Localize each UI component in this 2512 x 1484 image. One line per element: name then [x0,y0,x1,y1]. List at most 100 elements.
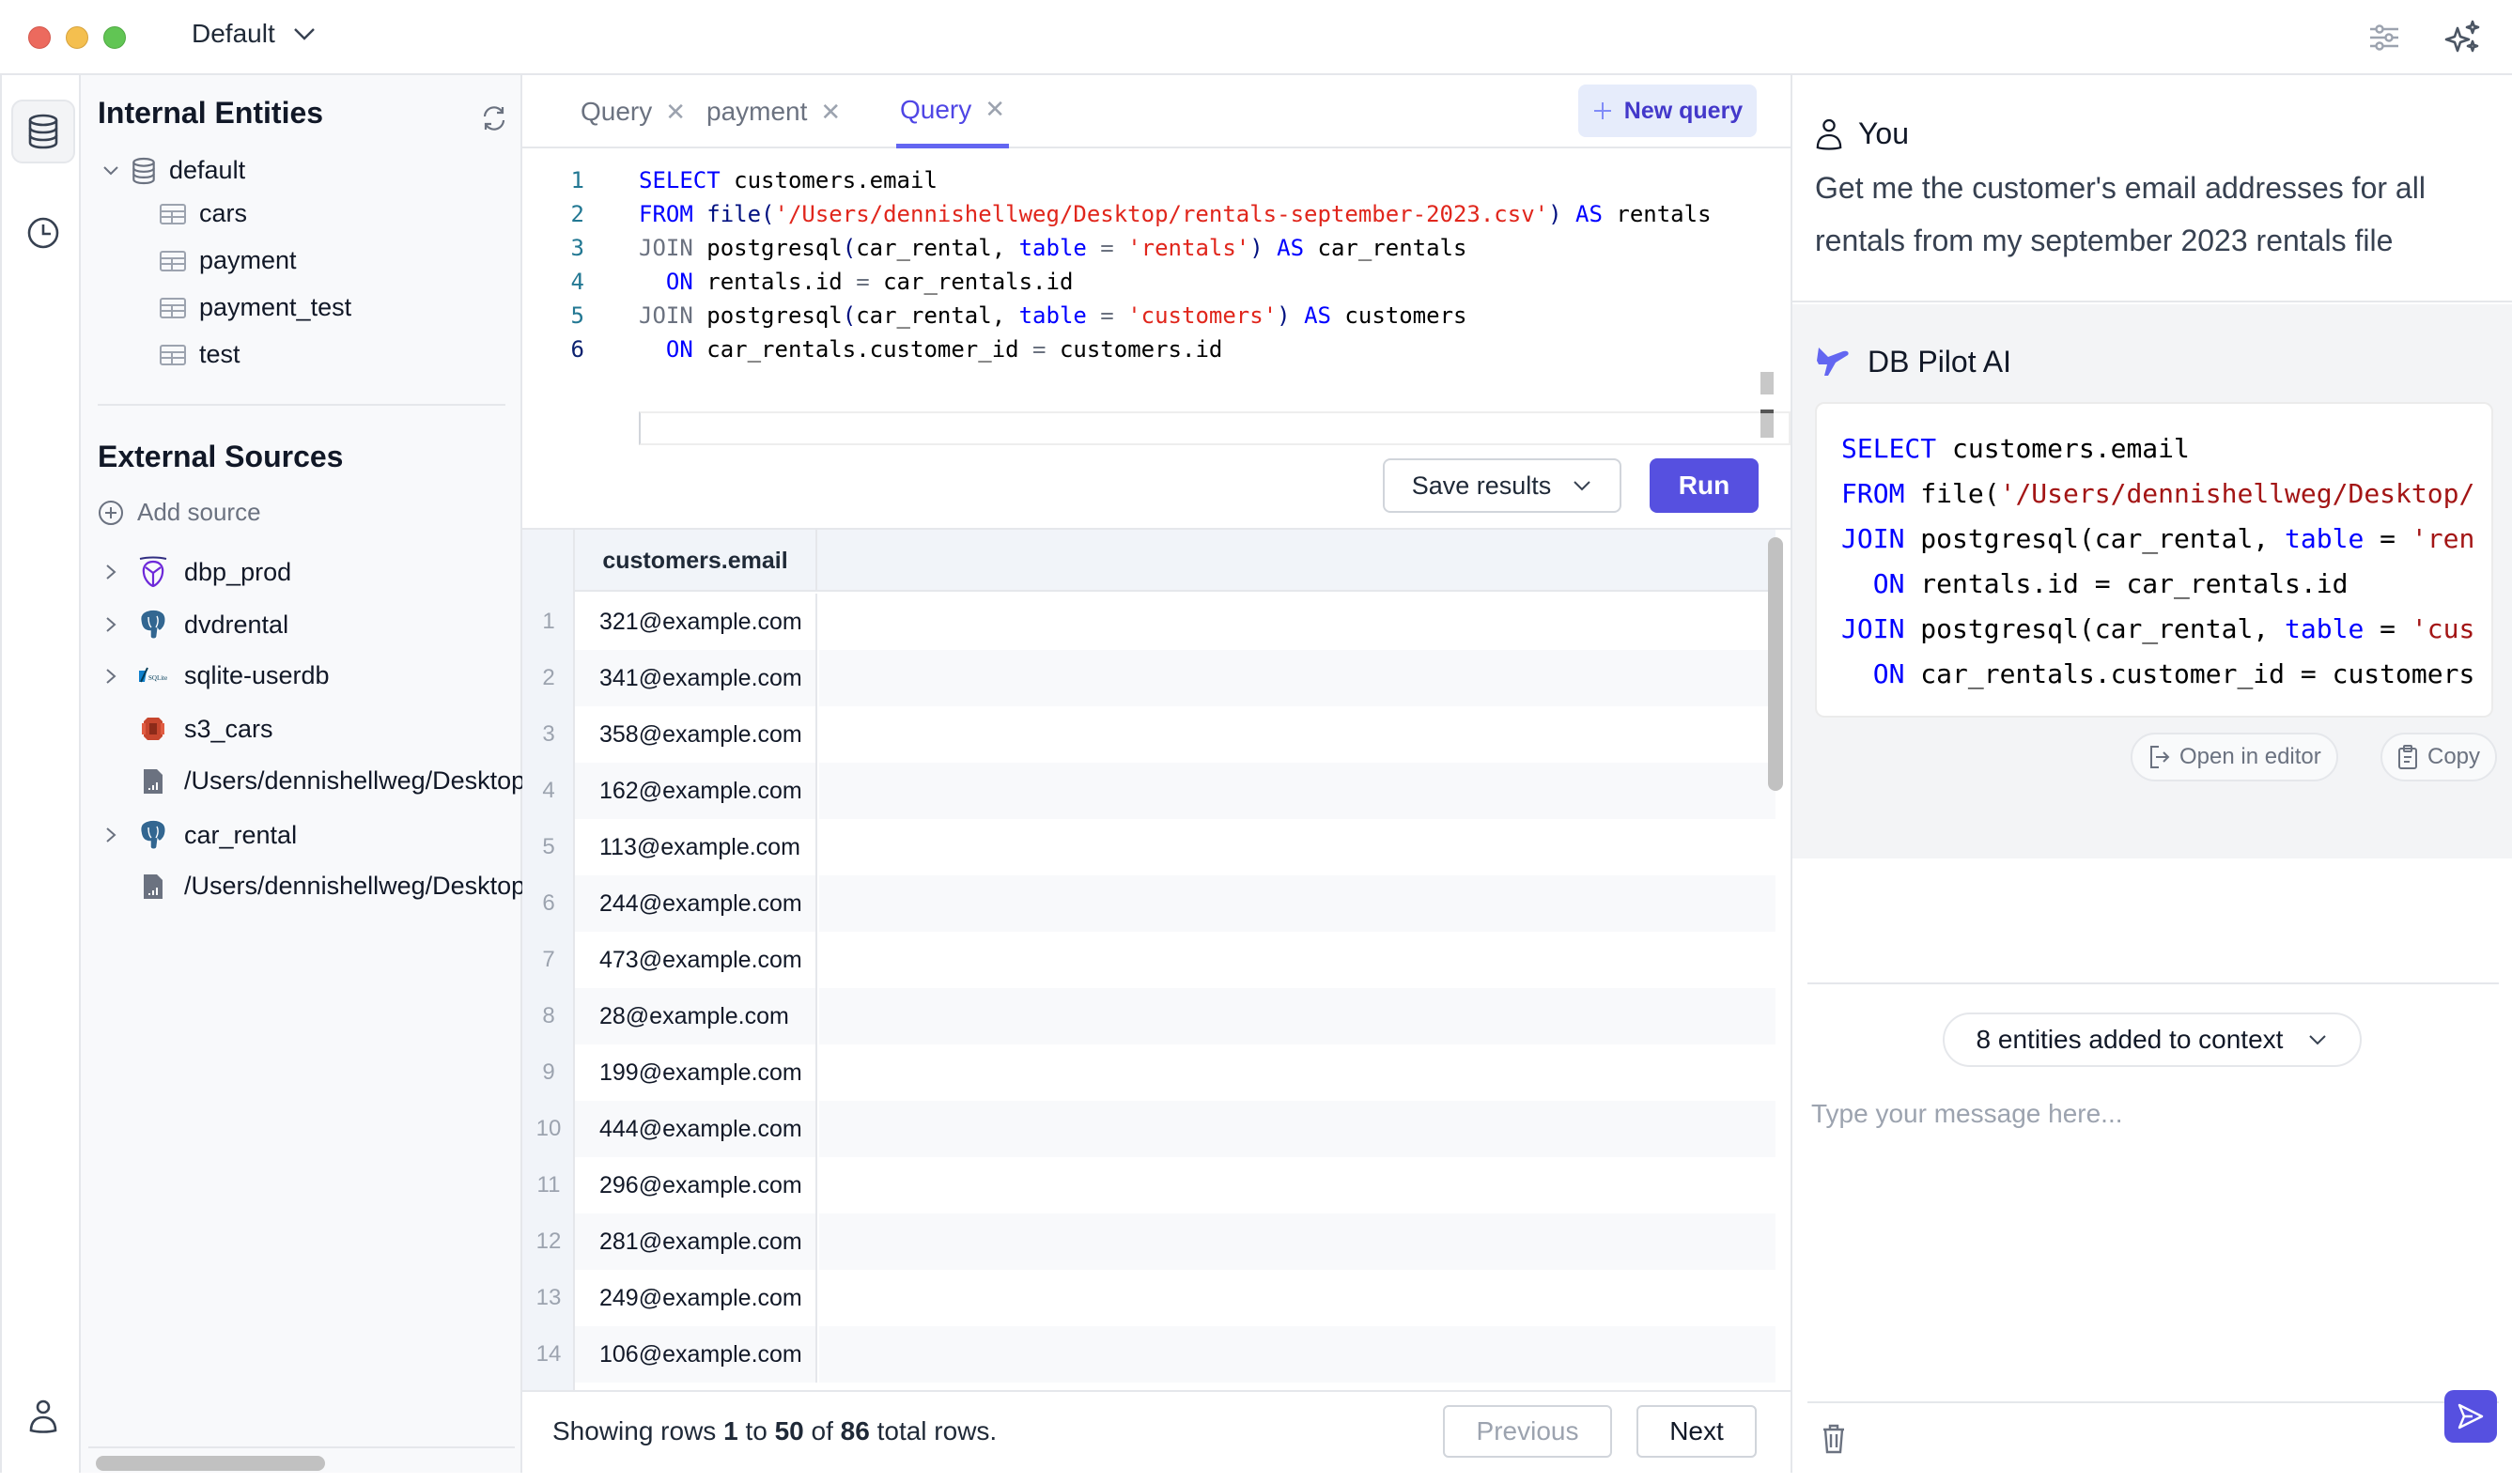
email-cell[interactable]: 444@example.com [575,1101,817,1157]
row-number: 11 [536,1172,561,1198]
sql-editor[interactable]: 1 SELECT customers.email 2 FROM file('/User… [522,150,1791,445]
close-tab-icon[interactable]: ✕ [985,95,1005,124]
ai-assistant-button[interactable] [2442,17,2484,58]
table-row[interactable]: 2 341@example.com [522,650,1775,706]
copy-button[interactable]: Copy [2380,733,2498,781]
grid-vertical-scrollbar[interactable] [1768,537,1783,791]
close-tab-icon[interactable]: ✕ [665,98,686,127]
chevron-down-icon [293,28,315,40]
email-cell[interactable]: 162@example.com [575,763,817,819]
table-row[interactable]: 1 321@example.com [522,594,1775,650]
external-source-item[interactable]: car_rental [98,819,297,851]
email-cell[interactable]: 244@example.com [575,875,817,932]
chat-message-input[interactable] [1811,1099,2497,1381]
table-row[interactable]: 6 244@example.com [522,875,1775,932]
empty-cell [819,875,1775,932]
rail-history-button[interactable] [11,201,75,265]
email-cell[interactable]: 28@example.com [575,988,817,1044]
email-cell[interactable]: 296@example.com [575,1157,817,1213]
table-row[interactable]: 5 113@example.com [522,819,1775,875]
table-row[interactable]: 8 28@example.com [522,988,1775,1044]
settings-button[interactable] [2364,17,2405,58]
line-number: 1 [570,167,584,193]
tree-item-table[interactable]: cars [160,199,247,228]
external-source-item[interactable]: s3_cars [98,714,273,744]
external-source-item[interactable]: SQLite sqlite-userdb [98,661,330,690]
scrollbar-thumb[interactable] [96,1456,325,1471]
new-query-button[interactable]: New query [1578,85,1757,137]
database-icon [28,114,58,149]
copy-label: Copy [2427,744,2481,769]
table-row[interactable]: 7 473@example.com [522,932,1775,988]
external-source-item[interactable]: dbp_prod [98,556,291,588]
rail-user-button[interactable] [11,1384,75,1448]
ai-code-line: JOIN postgresql(car_rental, table = 'ren [1841,523,2475,554]
tab-payment-2[interactable]: payment ✕ [703,75,845,148]
empty-cell [819,988,1775,1044]
external-source-item[interactable]: /Users/dennishellweg/Desktop/c [98,766,545,796]
email-cell[interactable]: 473@example.com [575,932,817,988]
tab-query-3[interactable]: Query ✕ [896,75,1010,148]
clear-chat-button[interactable] [1813,1394,1854,1484]
previous-page-button[interactable]: Previous [1443,1405,1612,1458]
chat-divider [1807,982,2499,984]
table-row[interactable]: 12 281@example.com [522,1213,1775,1270]
run-button[interactable]: Run [1650,458,1759,513]
empty-cell [819,1044,1775,1101]
table-row[interactable]: 11 296@example.com [522,1157,1775,1213]
table-row[interactable]: 10 444@example.com [522,1101,1775,1157]
tree-item-default[interactable]: default [98,156,245,185]
send-message-button[interactable] [2444,1390,2497,1443]
close-tab-icon[interactable]: ✕ [820,98,841,127]
rows-info-to: to [737,1416,775,1445]
row-number: 6 [542,890,555,916]
email-cell[interactable]: 249@example.com [575,1270,817,1326]
minimize-window-button[interactable] [66,26,88,49]
next-page-button[interactable]: Next [1636,1405,1757,1458]
email-cell[interactable]: 358@example.com [575,706,817,763]
rows-total: 86 [840,1416,870,1445]
context-label: 8 entities added to context [1976,1025,2284,1054]
context-entities-dropdown[interactable]: 8 entities added to context [1943,1013,2362,1067]
rows-info-suffix: total rows. [869,1416,998,1445]
empty-cell [819,1157,1775,1213]
table-row[interactable]: 14 106@example.com [522,1326,1775,1383]
table-row[interactable]: 4 162@example.com [522,763,1775,819]
external-source-item[interactable]: /Users/dennishellweg/Desktop/r [98,872,541,901]
ai-code-line: ON rentals.id = car_rentals.id [1872,568,2349,599]
open-in-editor-button[interactable]: Open in editor [2131,733,2338,781]
table-row[interactable]: 3 358@example.com [522,706,1775,763]
email-cell[interactable]: 199@example.com [575,1044,817,1101]
send-icon [2458,1403,2484,1430]
code-line: 6 ON car_rentals.customer_id = customers… [522,332,1791,366]
editor-scrollbar[interactable] [1760,372,1774,438]
zoom-window-button[interactable] [103,26,126,49]
email-cell[interactable]: 281@example.com [575,1213,817,1270]
email-cell[interactable]: 341@example.com [575,650,817,706]
empty-cell [819,650,1775,706]
add-source-button[interactable]: Add source [98,498,261,527]
column-header-customers-email[interactable]: customers.email [575,530,817,592]
sidebar-horizontal-scrollbar[interactable] [88,1446,515,1471]
refresh-button[interactable] [475,100,513,137]
tab-query-1[interactable]: Query ✕ [577,75,690,148]
tree-item-table[interactable]: payment [160,246,297,275]
rail-database-button[interactable] [11,100,75,163]
save-results-dropdown[interactable]: Save results [1383,458,1621,513]
table-row[interactable]: 13 249@example.com [522,1270,1775,1326]
user-message: You Get me the customer's email addresse… [1792,75,2512,302]
workspace-selector[interactable]: Default [192,19,317,49]
pagination-footer: Showing rows 1 to 50 of 86 total rows. P… [522,1390,1791,1473]
close-window-button[interactable] [28,26,51,49]
external-source-item[interactable]: dvdrental [98,609,288,641]
email-cell[interactable]: 321@example.com [575,594,817,650]
tree-item-table[interactable]: test [160,340,240,369]
email-cell[interactable]: 113@example.com [575,819,817,875]
row-number: 5 [542,834,555,859]
external-source-label: /Users/dennishellweg/Desktop/c [184,766,546,795]
chevron-right-icon [106,668,116,684]
tree-item-table[interactable]: payment_test [160,293,351,322]
table-row[interactable]: 9 199@example.com [522,1044,1775,1101]
email-cell[interactable]: 106@example.com [575,1326,817,1383]
code-text: FROM file('/Users/dennishellweg/Desktop/… [639,201,1712,227]
